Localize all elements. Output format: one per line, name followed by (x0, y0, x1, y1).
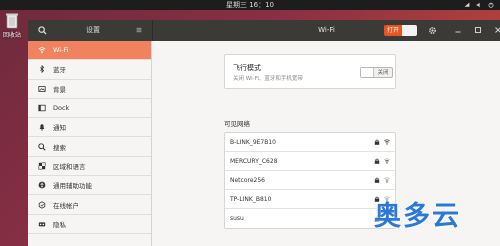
sidebar-item-dock[interactable]: Dock (28, 99, 151, 119)
online-accounts-icon (38, 200, 46, 209)
trash-label: 回收站 (2, 32, 21, 39)
wifi-switch[interactable]: 打开 (384, 25, 417, 36)
lock-icon (374, 177, 380, 183)
bluetooth-icon (38, 65, 46, 74)
sidebar-item-label: 在线帐户 (53, 201, 79, 210)
trash-icon (6, 13, 18, 29)
accessibility-icon (38, 181, 46, 189)
pane-title: Wi-Fi (318, 26, 335, 34)
menu-icon[interactable] (136, 27, 142, 33)
search-icon (38, 142, 46, 151)
maximize-icon[interactable] (474, 26, 482, 34)
wifi-switch-knob[interactable] (402, 25, 417, 36)
header-bar: 设置 Wi-Fi 打开 (28, 20, 500, 41)
volume-icon[interactable] (476, 2, 482, 8)
lock-icon (374, 139, 380, 145)
minimize-icon[interactable] (454, 26, 462, 34)
wifi-icon (38, 46, 46, 54)
signal-icon (384, 177, 390, 183)
bell-icon (38, 123, 46, 131)
privacy-icon (38, 220, 46, 228)
sidebar-item-region[interactable]: 区域和语言 (28, 157, 151, 177)
sidebar-item-bluetooth[interactable]: 蓝牙 (28, 60, 151, 80)
sidebar-item-label: 区域和语言 (53, 162, 86, 171)
power-icon[interactable] (488, 2, 494, 8)
network-name: MERCURY_C628 (230, 157, 278, 165)
sidebar-title: 设置 (86, 26, 100, 34)
airplane-mode-card: 飞行模式 关闭 Wi-Fi、蓝牙和手机宽带 关闭 (224, 54, 396, 89)
network-row[interactable]: TP-LINK_B810 (225, 190, 395, 209)
network-row[interactable]: B-LINK_9E7B10 (225, 133, 395, 152)
close-icon[interactable] (494, 26, 500, 34)
visible-networks-heading: 可见网络 (224, 120, 250, 128)
sidebar-item-wifi[interactable]: Wi-Fi (28, 41, 151, 61)
sidebar-item-label: 搜索 (53, 143, 66, 152)
top-panel: 星期三 16：10 (0, 0, 500, 10)
sidebar-item-label: 通知 (53, 124, 66, 133)
lock-icon (374, 158, 380, 164)
system-tray[interactable] (464, 2, 494, 8)
search-icon[interactable] (38, 26, 47, 37)
airplane-mode-title: 飞行模式 (233, 64, 261, 72)
gear-icon[interactable] (428, 26, 437, 37)
wifi-switch-label: 打开 (384, 25, 402, 36)
dock-icon (38, 104, 46, 112)
sidebar-item-accessibility[interactable]: 通用辅助功能 (28, 176, 151, 196)
window-controls (454, 26, 500, 34)
network-name: TP-LINK_B810 (230, 195, 272, 203)
signal-icon (384, 139, 390, 145)
sidebar-item-label: 蓝牙 (53, 66, 66, 75)
network-row[interactable]: Netcore256 (225, 171, 395, 190)
network-row[interactable]: MERCURY_C628 (225, 152, 395, 171)
sidebar: Wi-Fi 蓝牙 背景 Dock 通知 搜索 区域和语言 通用辅助功能 在线帐户… (28, 41, 152, 246)
sidebar-item-label: 隐私 (53, 220, 66, 229)
network-row[interactable]: susu (225, 209, 395, 228)
network-list: B-LINK_9E7B10 MERCURY_C628 Netcore256 TP… (224, 132, 396, 229)
background-icon (38, 85, 46, 93)
network-icon[interactable] (464, 2, 470, 8)
region-icon (38, 162, 46, 170)
sidebar-item-label: Wi-Fi (53, 46, 69, 55)
sidebar-item-online-accounts[interactable]: 在线帐户 (28, 195, 151, 215)
signal-icon (384, 158, 390, 164)
watermark: 奥多云 (374, 201, 461, 232)
airplane-mode-toggle[interactable]: 关闭 (360, 67, 393, 78)
sidebar-item-label: Dock (53, 104, 70, 113)
airplane-toggle-knob[interactable] (361, 68, 374, 77)
airplane-toggle-label: 关闭 (377, 70, 389, 76)
sidebar-item-label: 通用辅助功能 (53, 182, 92, 191)
clock[interactable]: 星期三 16：10 (0, 0, 500, 10)
sidebar-item-search[interactable]: 搜索 (28, 137, 151, 157)
airplane-mode-description: 关闭 Wi-Fi、蓝牙和手机宽带 (233, 76, 303, 82)
desktop-trash[interactable]: 回收站 (0, 12, 24, 39)
network-name: Netcore256 (230, 176, 265, 184)
sidebar-item-privacy[interactable]: 隐私 (28, 215, 151, 234)
network-name: B-LINK_9E7B10 (230, 138, 276, 146)
sidebar-item-label: 背景 (53, 85, 66, 94)
sidebar-item-background[interactable]: 背景 (28, 80, 151, 99)
sidebar-item-notifications[interactable]: 通知 (28, 118, 151, 138)
network-name: susu (230, 215, 244, 222)
